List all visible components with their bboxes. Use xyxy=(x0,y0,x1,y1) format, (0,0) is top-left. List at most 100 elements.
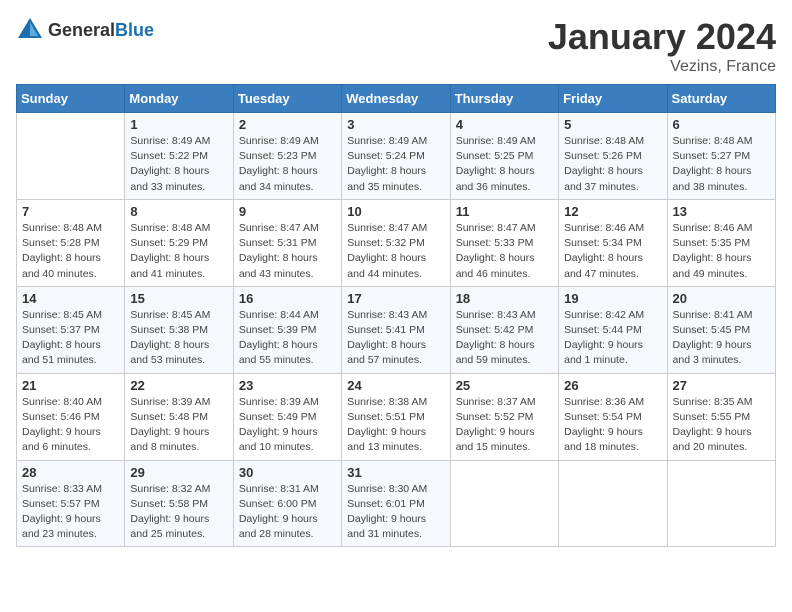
day-info: Sunrise: 8:48 AMSunset: 5:27 PMDaylight:… xyxy=(673,134,770,195)
week-row-1: 1 Sunrise: 8:49 AMSunset: 5:22 PMDaylight… xyxy=(17,113,776,200)
day-number: 11 xyxy=(456,204,553,219)
day-info: Sunrise: 8:31 AMSunset: 6:00 PMDaylight:… xyxy=(239,482,336,543)
header-cell-thursday: Thursday xyxy=(450,85,558,113)
header-row: SundayMondayTuesdayWednesdayThursdayFrid… xyxy=(17,85,776,113)
day-number: 12 xyxy=(564,204,661,219)
week-row-5: 28Sunrise: 8:33 AMSunset: 5:57 PMDayligh… xyxy=(17,460,776,547)
day-cell: 13 Sunrise: 8:46 AMSunset: 5:35 PMDayligh… xyxy=(667,199,775,286)
logo-icon xyxy=(16,16,44,44)
day-info: Sunrise: 8:47 AMSunset: 5:31 PMDaylight:… xyxy=(239,221,336,282)
day-info: Sunrise: 8:49 AMSunset: 5:23 PMDaylight:… xyxy=(239,134,336,195)
day-number: 22 xyxy=(130,378,227,393)
day-cell: 5 Sunrise: 8:48 AMSunset: 5:26 PMDaylight… xyxy=(559,113,667,200)
day-cell: 2 Sunrise: 8:49 AMSunset: 5:23 PMDaylight… xyxy=(233,113,341,200)
day-cell: 29Sunrise: 8:32 AMSunset: 5:58 PMDayligh… xyxy=(125,460,233,547)
day-cell xyxy=(559,460,667,547)
day-number: 20 xyxy=(673,291,770,306)
day-info: Sunrise: 8:44 AMSunset: 5:39 PMDaylight:… xyxy=(239,308,336,369)
logo: GeneralBlue xyxy=(16,16,154,44)
day-cell: 27 Sunrise: 8:35 AMSunset: 5:55 PMDayligh… xyxy=(667,373,775,460)
day-number: 19 xyxy=(564,291,661,306)
logo-general: General xyxy=(48,20,115,40)
header-cell-wednesday: Wednesday xyxy=(342,85,450,113)
title-block: January 2024 Vezins, France xyxy=(548,16,776,76)
month-title: January 2024 xyxy=(548,16,776,58)
day-cell: 30 Sunrise: 8:31 AMSunset: 6:00 PMDayligh… xyxy=(233,460,341,547)
day-cell: 7 Sunrise: 8:48 AMSunset: 5:28 PMDaylight… xyxy=(17,199,125,286)
day-number: 15 xyxy=(130,291,227,306)
day-cell: 19 Sunrise: 8:42 AMSunset: 5:44 PMDayligh… xyxy=(559,286,667,373)
day-info: Sunrise: 8:35 AMSunset: 5:55 PMDaylight:… xyxy=(673,395,770,456)
day-info: Sunrise: 8:39 AMSunset: 5:48 PMDaylight:… xyxy=(130,395,227,456)
day-info: Sunrise: 8:49 AMSunset: 5:22 PMDaylight:… xyxy=(130,134,227,195)
day-number: 16 xyxy=(239,291,336,306)
day-info: Sunrise: 8:37 AMSunset: 5:52 PMDaylight:… xyxy=(456,395,553,456)
day-cell: 6 Sunrise: 8:48 AMSunset: 5:27 PMDaylight… xyxy=(667,113,775,200)
day-number: 14 xyxy=(22,291,119,306)
day-info: Sunrise: 8:45 AMSunset: 5:37 PMDaylight:… xyxy=(22,308,119,369)
day-number: 17 xyxy=(347,291,444,306)
header-cell-monday: Monday xyxy=(125,85,233,113)
day-number: 6 xyxy=(673,117,770,132)
location-title: Vezins, France xyxy=(548,58,776,76)
day-cell: 24Sunrise: 8:38 AMSunset: 5:51 PMDayligh… xyxy=(342,373,450,460)
day-cell: 26Sunrise: 8:36 AMSunset: 5:54 PMDayligh… xyxy=(559,373,667,460)
day-info: Sunrise: 8:30 AMSunset: 6:01 PMDaylight:… xyxy=(347,482,444,543)
day-info: Sunrise: 8:48 AMSunset: 5:28 PMDaylight:… xyxy=(22,221,119,282)
day-cell: 14 Sunrise: 8:45 AMSunset: 5:37 PMDayligh… xyxy=(17,286,125,373)
day-number: 26 xyxy=(564,378,661,393)
day-cell: 20 Sunrise: 8:41 AMSunset: 5:45 PMDayligh… xyxy=(667,286,775,373)
week-row-2: 7 Sunrise: 8:48 AMSunset: 5:28 PMDaylight… xyxy=(17,199,776,286)
day-cell xyxy=(450,460,558,547)
day-number: 2 xyxy=(239,117,336,132)
day-cell: 3Sunrise: 8:49 AMSunset: 5:24 PMDaylight… xyxy=(342,113,450,200)
day-info: Sunrise: 8:46 AMSunset: 5:34 PMDaylight:… xyxy=(564,221,661,282)
calendar-body: 1 Sunrise: 8:49 AMSunset: 5:22 PMDaylight… xyxy=(17,113,776,547)
day-cell: 11 Sunrise: 8:47 AMSunset: 5:33 PMDayligh… xyxy=(450,199,558,286)
day-info: Sunrise: 8:49 AMSunset: 5:25 PMDaylight:… xyxy=(456,134,553,195)
day-cell: 15Sunrise: 8:45 AMSunset: 5:38 PMDayligh… xyxy=(125,286,233,373)
day-cell: 23 Sunrise: 8:39 AMSunset: 5:49 PMDayligh… xyxy=(233,373,341,460)
day-info: Sunrise: 8:49 AMSunset: 5:24 PMDaylight:… xyxy=(347,134,444,195)
day-number: 13 xyxy=(673,204,770,219)
day-number: 1 xyxy=(130,117,227,132)
day-number: 18 xyxy=(456,291,553,306)
day-cell: 31 Sunrise: 8:30 AMSunset: 6:01 PMDayligh… xyxy=(342,460,450,547)
header-cell-tuesday: Tuesday xyxy=(233,85,341,113)
day-number: 27 xyxy=(673,378,770,393)
day-info: Sunrise: 8:47 AMSunset: 5:32 PMDaylight:… xyxy=(347,221,444,282)
day-info: Sunrise: 8:38 AMSunset: 5:51 PMDaylight:… xyxy=(347,395,444,456)
day-cell: 9Sunrise: 8:47 AMSunset: 5:31 PMDaylight… xyxy=(233,199,341,286)
day-info: Sunrise: 8:47 AMSunset: 5:33 PMDaylight:… xyxy=(456,221,553,282)
day-number: 10 xyxy=(347,204,444,219)
day-info: Sunrise: 8:48 AMSunset: 5:26 PMDaylight:… xyxy=(564,134,661,195)
day-info: Sunrise: 8:46 AMSunset: 5:35 PMDaylight:… xyxy=(673,221,770,282)
day-cell: 25 Sunrise: 8:37 AMSunset: 5:52 PMDayligh… xyxy=(450,373,558,460)
day-number: 30 xyxy=(239,465,336,480)
week-row-3: 14 Sunrise: 8:45 AMSunset: 5:37 PMDayligh… xyxy=(17,286,776,373)
day-number: 31 xyxy=(347,465,444,480)
day-number: 28 xyxy=(22,465,119,480)
day-info: Sunrise: 8:43 AMSunset: 5:42 PMDaylight:… xyxy=(456,308,553,369)
day-info: Sunrise: 8:39 AMSunset: 5:49 PMDaylight:… xyxy=(239,395,336,456)
day-number: 29 xyxy=(130,465,227,480)
day-number: 21 xyxy=(22,378,119,393)
logo-blue: Blue xyxy=(115,20,154,40)
day-number: 8 xyxy=(130,204,227,219)
week-row-4: 21 Sunrise: 8:40 AMSunset: 5:46 PMDayligh… xyxy=(17,373,776,460)
day-cell: 10 Sunrise: 8:47 AMSunset: 5:32 PMDayligh… xyxy=(342,199,450,286)
day-cell: 12 Sunrise: 8:46 AMSunset: 5:34 PMDayligh… xyxy=(559,199,667,286)
day-number: 25 xyxy=(456,378,553,393)
day-info: Sunrise: 8:43 AMSunset: 5:41 PMDaylight:… xyxy=(347,308,444,369)
day-number: 7 xyxy=(22,204,119,219)
calendar-header: SundayMondayTuesdayWednesdayThursdayFrid… xyxy=(17,85,776,113)
day-number: 5 xyxy=(564,117,661,132)
day-info: Sunrise: 8:42 AMSunset: 5:44 PMDaylight:… xyxy=(564,308,661,369)
day-info: Sunrise: 8:40 AMSunset: 5:46 PMDaylight:… xyxy=(22,395,119,456)
day-cell: 16 Sunrise: 8:44 AMSunset: 5:39 PMDayligh… xyxy=(233,286,341,373)
day-info: Sunrise: 8:41 AMSunset: 5:45 PMDaylight:… xyxy=(673,308,770,369)
day-number: 23 xyxy=(239,378,336,393)
day-cell: 1 Sunrise: 8:49 AMSunset: 5:22 PMDaylight… xyxy=(125,113,233,200)
calendar-table: SundayMondayTuesdayWednesdayThursdayFrid… xyxy=(16,84,776,547)
day-cell: 21 Sunrise: 8:40 AMSunset: 5:46 PMDayligh… xyxy=(17,373,125,460)
